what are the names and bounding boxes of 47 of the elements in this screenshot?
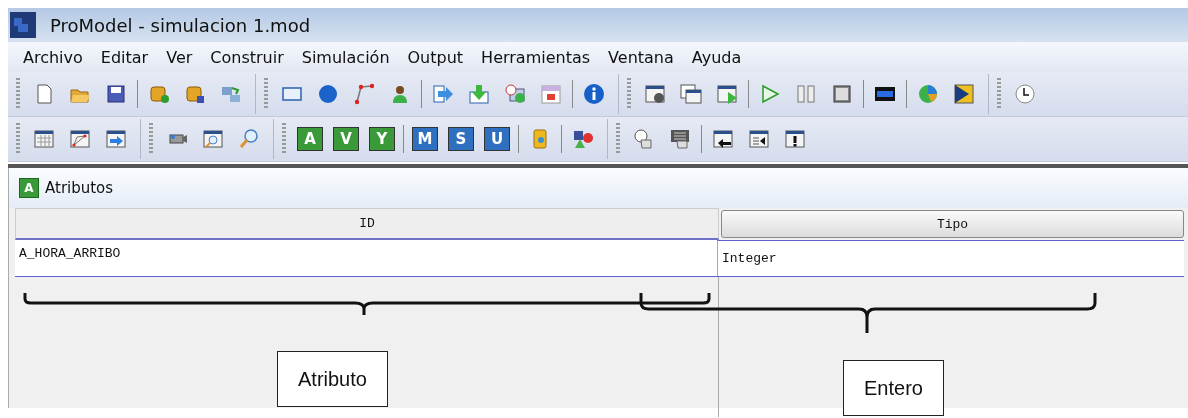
shapes-icon[interactable] — [572, 128, 594, 150]
window-title: ProModel - simulacion 1.mod — [50, 14, 311, 36]
menu-item[interactable]: Ver — [157, 47, 202, 67]
window-import-icon[interactable] — [748, 128, 770, 150]
toolbar-letter-button[interactable]: Y — [369, 127, 395, 151]
menu-item[interactable]: Output — [398, 47, 473, 67]
arrow-down-icon[interactable] — [468, 83, 490, 105]
save-icon[interactable] — [105, 83, 127, 105]
stop-icon[interactable] — [831, 83, 853, 105]
toolbar-letter-button[interactable]: U — [484, 127, 510, 151]
annotation-label: Entero — [843, 360, 944, 416]
flag-icon[interactable] — [953, 83, 975, 105]
annotation-label: Atributo — [277, 351, 388, 407]
menu-item[interactable]: Editar — [91, 47, 158, 67]
table-cell: Integer — [717, 240, 1184, 276]
toolbar-letter-button[interactable]: V — [333, 127, 359, 151]
menu-item[interactable]: Ayuda — [682, 47, 751, 67]
windows-icon[interactable] — [680, 83, 702, 105]
window-path-icon[interactable] — [69, 128, 91, 150]
path-icon[interactable] — [353, 83, 375, 105]
child-window-title: Atributos — [45, 179, 114, 197]
attribute-icon: A — [19, 178, 39, 198]
circle-icon[interactable] — [317, 83, 339, 105]
arrow-right-icon[interactable] — [432, 83, 454, 105]
play-icon[interactable] — [759, 83, 781, 105]
window-gear-icon[interactable] — [644, 83, 666, 105]
toolbar-letter-button[interactable]: S — [448, 127, 474, 151]
menu-item[interactable]: Construir — [201, 47, 293, 67]
menu-item[interactable]: Simulación — [292, 47, 399, 67]
clock-icon[interactable] — [1014, 83, 1036, 105]
column-header[interactable]: Tipo — [721, 210, 1184, 238]
toolbar-letter-button[interactable]: M — [412, 127, 438, 151]
app-logo-icon — [10, 12, 36, 38]
menu-item[interactable]: Archivo — [14, 47, 92, 67]
toolbar-letter-button[interactable]: A — [297, 127, 323, 151]
column-header: ID — [15, 208, 719, 240]
table-cell-text: A_HORA_ARRIBO — [18, 245, 122, 263]
window-warning-icon[interactable] — [784, 128, 806, 150]
menu-item[interactable]: Herramientas — [472, 47, 600, 67]
info-icon[interactable] — [583, 83, 605, 105]
calendar-icon[interactable] — [540, 83, 562, 105]
window-back-icon[interactable] — [712, 128, 734, 150]
menu-item[interactable]: Ventana — [599, 47, 683, 67]
window-search-icon[interactable] — [202, 128, 224, 150]
window-play-icon[interactable] — [716, 83, 738, 105]
pie-chart-icon[interactable] — [917, 83, 939, 105]
table-icon[interactable] — [33, 128, 55, 150]
